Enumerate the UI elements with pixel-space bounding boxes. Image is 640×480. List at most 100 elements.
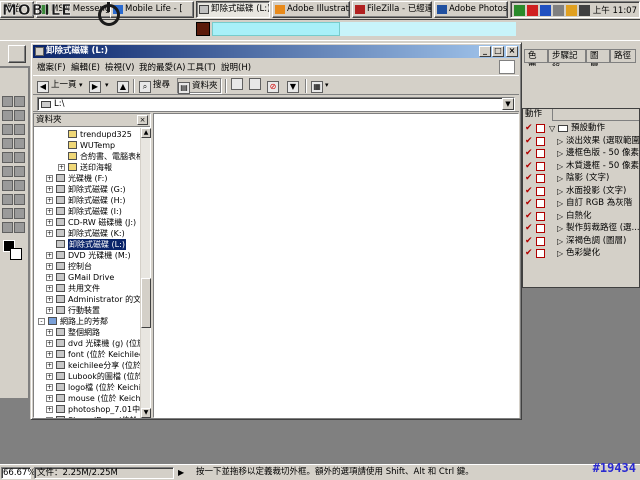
menu-help[interactable]: 說明(H) xyxy=(221,61,251,73)
tree-item[interactable]: + 共用文件 xyxy=(34,283,140,294)
dialog-toggle-icon[interactable] xyxy=(536,211,545,221)
tree-item[interactable]: + 行動裝置 xyxy=(34,305,140,316)
dialog-toggle-icon[interactable] xyxy=(536,174,545,183)
marquee-tool-icon[interactable] xyxy=(2,96,13,107)
msn-tray-icon[interactable] xyxy=(514,5,525,16)
brush-tool-icon[interactable] xyxy=(14,138,25,149)
notes-tool-icon[interactable] xyxy=(2,208,13,219)
menu-file[interactable]: 檔案(F) xyxy=(37,61,66,73)
dialog-toggle-icon[interactable] xyxy=(536,236,545,246)
type-tool-icon[interactable] xyxy=(2,194,13,205)
expand-icon[interactable]: + xyxy=(46,373,53,380)
color-swatch[interactable] xyxy=(196,22,210,36)
hand-tool-icon[interactable] xyxy=(2,222,13,233)
tree-item[interactable]: + SharedDocs (位於 Keic xyxy=(34,415,140,418)
tree-item[interactable]: 卸除式磁碟 (L:) xyxy=(34,239,140,250)
tree-item[interactable]: 合約書、電腦表格 xyxy=(34,151,140,162)
folders-button[interactable]: ▤ 資料夾 xyxy=(177,78,222,94)
expand-icon[interactable]: + xyxy=(46,307,53,314)
undo-button[interactable]: ▼ xyxy=(287,78,301,94)
tree-item[interactable]: + 卸除式磁碟 (H:) xyxy=(34,195,140,206)
check-icon[interactable]: ✔ xyxy=(525,249,534,258)
tree-item[interactable]: + dvd 光碟機 (g) (位於 W xyxy=(34,338,140,349)
action-item[interactable]: ✔ ▷ 木質邊框 - 50 像素 xyxy=(523,161,639,173)
tab-history[interactable]: 步驟記錄 xyxy=(548,49,586,73)
check-icon[interactable]: ✔ xyxy=(525,136,534,146)
update-icon[interactable] xyxy=(566,5,577,16)
expand-icon[interactable]: + xyxy=(46,230,53,237)
expand-arrow-icon[interactable]: ▷ xyxy=(557,198,563,209)
file-list-pane[interactable] xyxy=(153,113,519,418)
action-set[interactable]: ✔ ▽ 預設動作 xyxy=(523,123,639,135)
tree-item[interactable]: WUTemp xyxy=(34,140,140,151)
action-item[interactable]: ✔ ▷ 色彩變化 xyxy=(523,248,639,260)
wand-tool-icon[interactable] xyxy=(14,110,25,121)
delete-button[interactable]: ⊘ xyxy=(267,78,281,94)
expand-icon[interactable]: + xyxy=(58,164,65,171)
ime-icon[interactable] xyxy=(579,5,590,16)
pen-tool-icon[interactable] xyxy=(14,180,25,191)
tab-paths[interactable]: 路徑 xyxy=(610,49,636,63)
expand-arrow-icon[interactable]: ▷ xyxy=(557,223,563,234)
expand-arrow-icon[interactable]: ▷ xyxy=(557,161,563,172)
expand-arrow-icon[interactable]: ▷ xyxy=(557,236,563,247)
lasso-tool-icon[interactable] xyxy=(2,110,13,121)
expand-icon[interactable]: + xyxy=(46,351,53,358)
tree-item[interactable]: + 卸除式磁碟 (I:) xyxy=(34,206,140,217)
expand-icon[interactable]: + xyxy=(46,197,53,204)
tree-item[interactable]: - 網路上的芳鄰 xyxy=(34,316,140,327)
background-color-swatch[interactable] xyxy=(10,248,22,260)
folder-pane-scrollbar[interactable]: ▲ ▼ xyxy=(140,128,151,418)
address-input[interactable]: L:\ ▼ xyxy=(37,97,515,111)
stamp-tool-icon[interactable] xyxy=(2,152,13,163)
volume-icon[interactable] xyxy=(553,5,564,16)
tree-item[interactable]: + 送印海報 xyxy=(34,162,140,173)
expand-icon[interactable]: + xyxy=(46,329,53,336)
expand-icon[interactable]: + xyxy=(46,285,53,292)
address-dropdown-icon[interactable]: ▼ xyxy=(502,98,514,110)
expand-arrow-icon[interactable]: ▷ xyxy=(557,136,563,147)
slice-tool-icon[interactable] xyxy=(14,124,25,135)
expand-icon[interactable]: + xyxy=(46,252,53,259)
copy-to-button[interactable] xyxy=(249,78,263,94)
action-item[interactable]: ✔ ▷ 水面投影 (文字) xyxy=(523,186,639,198)
action-item[interactable]: ✔ ▷ 深褐色調 (圖層) xyxy=(523,236,639,248)
back-button[interactable]: ◀ 上一頁 xyxy=(37,78,77,94)
tree-item[interactable]: + 光碟機 (F:) xyxy=(34,173,140,184)
expand-arrow-icon[interactable]: ▷ xyxy=(557,173,563,184)
tree-item[interactable]: trendupd325 xyxy=(34,129,140,140)
action-item[interactable]: ✔ ▷ 白熱化 xyxy=(523,211,639,223)
action-item[interactable]: ✔ ▷ 邊框色版 - 50 像素 xyxy=(523,148,639,160)
dialog-toggle-icon[interactable] xyxy=(536,136,545,146)
zoom-tool-icon[interactable] xyxy=(14,222,25,233)
move-tool-icon[interactable] xyxy=(14,96,25,107)
tree-item[interactable]: + 卸除式磁碟 (G:) xyxy=(34,184,140,195)
expand-icon[interactable]: + xyxy=(46,340,53,347)
task-explorer[interactable]: 卸除式磁碟 (L:) xyxy=(196,1,270,18)
scroll-thumb[interactable] xyxy=(141,278,151,328)
tree-item[interactable]: + keichilee分享 (位於 Ke xyxy=(34,360,140,371)
window-titlebar[interactable]: 卸除式磁碟 (L:) _ □ × xyxy=(33,45,519,58)
tree-item[interactable]: + font (位於 Keichilee) xyxy=(34,349,140,360)
close-button[interactable]: × xyxy=(506,46,518,57)
expand-icon[interactable]: + xyxy=(46,175,53,182)
crop-tool-icon[interactable] xyxy=(2,124,13,135)
tree-item[interactable]: + 整個網路 xyxy=(34,327,140,338)
dialog-toggle-icon[interactable] xyxy=(536,186,545,196)
dialog-toggle-icon[interactable] xyxy=(536,249,545,258)
crop-tool-icon[interactable] xyxy=(8,45,26,63)
tree-item[interactable]: + DVD 光碟機 (M:) xyxy=(34,250,140,261)
views-button[interactable]: ▦ ▾ xyxy=(311,78,329,94)
task-photoshop[interactable]: Adobe Photoshop xyxy=(434,1,508,18)
expand-icon[interactable]: + xyxy=(46,219,53,226)
action-item[interactable]: ✔ ▷ 淡出效果 (選取範圍) xyxy=(523,136,640,148)
check-icon[interactable]: ✔ xyxy=(525,186,534,196)
expand-icon[interactable]: + xyxy=(46,186,53,193)
eyedropper-tool-icon[interactable] xyxy=(14,208,25,219)
tree-item[interactable]: + 卸除式磁碟 (K:) xyxy=(34,228,140,239)
forward-button[interactable]: ▶ xyxy=(89,78,103,94)
gradient-tool-icon[interactable] xyxy=(14,166,25,177)
eraser-tool-icon[interactable] xyxy=(2,166,13,177)
expand-icon[interactable]: + xyxy=(46,208,53,215)
check-icon[interactable]: ✔ xyxy=(525,124,534,133)
